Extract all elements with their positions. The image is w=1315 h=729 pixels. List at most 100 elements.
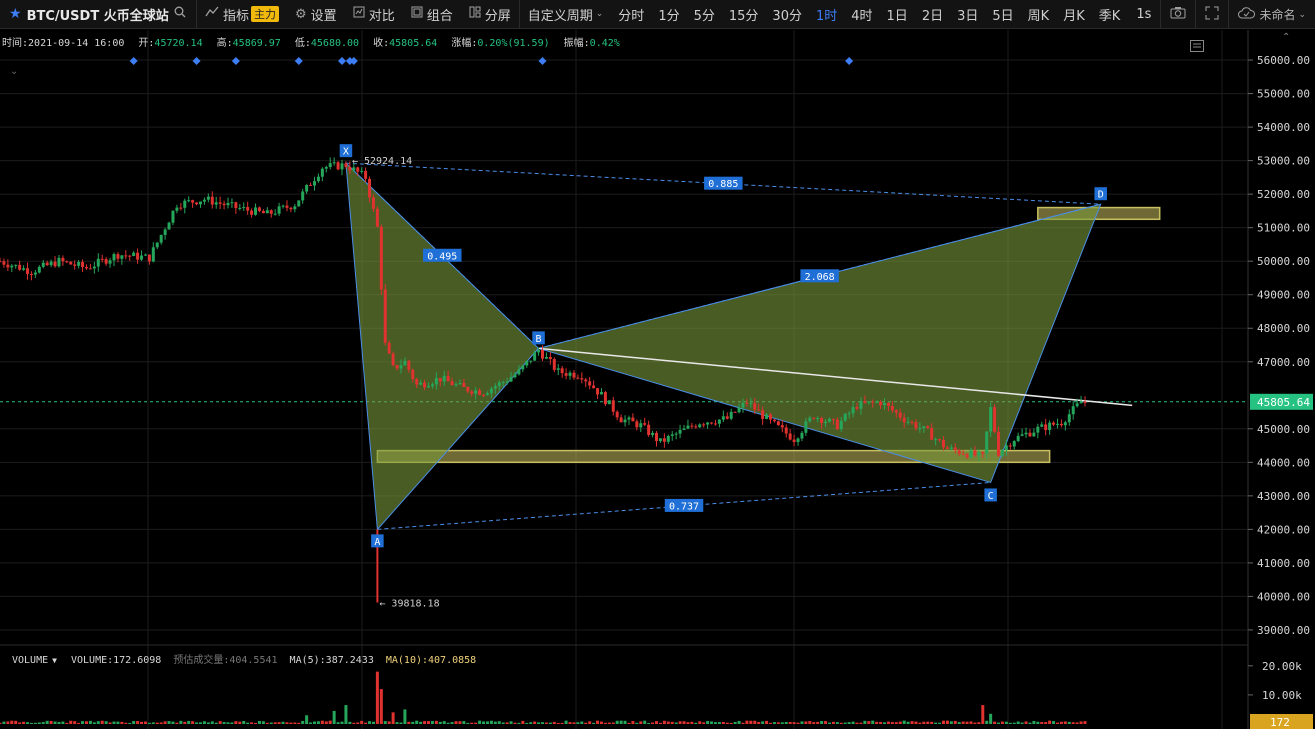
candle-body xyxy=(112,254,116,261)
volume-bar xyxy=(898,721,902,724)
volume-bar xyxy=(910,721,914,724)
candle-body xyxy=(945,447,949,450)
candle-body xyxy=(501,382,505,384)
volume-bar xyxy=(776,722,780,724)
candle-body xyxy=(906,421,910,423)
volume-bar xyxy=(1075,722,1079,724)
candle-body xyxy=(242,207,246,209)
candle-body xyxy=(910,421,914,423)
volume-bar xyxy=(674,722,678,724)
candle-body xyxy=(627,417,631,420)
volume-bar xyxy=(698,721,702,724)
candle-body xyxy=(395,365,399,369)
candle-body xyxy=(796,438,800,443)
candle-body xyxy=(104,259,108,264)
event-marker[interactable] xyxy=(538,57,547,65)
volume-bar xyxy=(820,721,824,724)
candle-body xyxy=(316,176,320,182)
candle-body xyxy=(96,258,100,267)
candle-body xyxy=(737,407,741,413)
volume-bar xyxy=(772,722,776,724)
volume-bar xyxy=(478,720,482,724)
estimated-volume: 预估成交量:404.5541 xyxy=(173,655,278,666)
volume-bar xyxy=(195,722,199,724)
volume-bar xyxy=(0,722,2,724)
candle-body xyxy=(312,181,316,186)
volume-bar xyxy=(525,722,529,724)
candle-body xyxy=(1004,445,1008,451)
candle-body xyxy=(454,384,458,386)
candle-body xyxy=(198,201,202,205)
candle-body xyxy=(163,229,167,235)
volume-bar xyxy=(265,722,269,724)
volume-bar xyxy=(603,722,607,724)
chart-settings-icon[interactable] xyxy=(1190,37,1204,56)
volume-bar xyxy=(132,721,136,724)
volume-bar xyxy=(765,720,769,724)
volume-bar xyxy=(462,721,466,724)
volume-bars xyxy=(0,671,1087,724)
volume-bar xyxy=(230,722,234,724)
change-value: 0.20%(91.59) xyxy=(477,38,550,49)
candle-body xyxy=(556,368,560,370)
event-marker[interactable] xyxy=(294,57,303,65)
price-tick-label: 40000.00 xyxy=(1257,590,1310,603)
candle-body xyxy=(434,378,438,385)
volume-bar xyxy=(780,722,784,724)
volume-bar xyxy=(155,722,159,724)
event-marker[interactable] xyxy=(845,57,854,65)
event-marker[interactable] xyxy=(129,57,138,65)
volume-bar xyxy=(1071,722,1075,724)
volume-bar xyxy=(297,722,301,724)
candle-body xyxy=(666,435,670,442)
candle-body xyxy=(1012,441,1016,447)
volume-bar xyxy=(324,721,328,724)
volume-bar xyxy=(847,722,851,724)
price-chart[interactable]: 56000.00 55000.00 54000.00 53000.00 52000.00… xyxy=(0,0,1315,729)
volume-indicator-selector[interactable]: VOLUME ▼ xyxy=(12,655,65,666)
volume-bar xyxy=(938,722,942,724)
volume-bar xyxy=(356,722,360,724)
close-label: 收: xyxy=(373,38,390,49)
candle-body xyxy=(780,425,784,428)
volume-bar xyxy=(474,722,478,724)
volume-bar xyxy=(918,722,922,724)
candle-body xyxy=(1071,406,1075,415)
candle-body xyxy=(257,207,261,212)
volume-bar xyxy=(320,720,324,724)
volume-bar xyxy=(647,722,651,724)
candle-body xyxy=(478,390,482,395)
volume-bar xyxy=(541,722,544,724)
price-axis[interactable]: 56000.00 55000.00 54000.00 53000.00 52000.00… xyxy=(1247,30,1315,729)
close-value: 45805.64 xyxy=(389,38,438,49)
ratio-label-XB: 0.495 xyxy=(427,251,457,262)
candle-body xyxy=(328,163,332,168)
candle-body xyxy=(269,210,273,214)
event-marker[interactable] xyxy=(231,57,240,65)
volume-bar xyxy=(670,721,674,724)
candle-body xyxy=(926,426,930,429)
volume-bar xyxy=(839,722,843,724)
candle-body xyxy=(77,262,81,266)
volume-bar xyxy=(894,722,898,724)
event-markers[interactable] xyxy=(129,57,854,65)
candle-body xyxy=(37,266,41,273)
volume-bar xyxy=(753,720,757,724)
event-marker[interactable] xyxy=(338,57,347,65)
amplitude-label: 振幅: xyxy=(563,38,590,49)
candle-body xyxy=(513,374,517,378)
collapse-icon[interactable]: ⌃ xyxy=(1282,32,1290,43)
volume-bar xyxy=(485,721,489,724)
volume-bar xyxy=(662,720,666,724)
candle-body xyxy=(1032,432,1036,437)
volume-bar xyxy=(45,720,49,724)
volume-bar xyxy=(973,722,977,724)
expand-icon[interactable]: ⌄ xyxy=(10,66,18,77)
volume-bar xyxy=(96,721,100,724)
event-marker[interactable] xyxy=(192,57,201,65)
candle-body xyxy=(599,392,603,395)
candle-body xyxy=(989,407,993,432)
candle-body xyxy=(73,264,77,266)
volume-bar xyxy=(1012,722,1016,724)
volume-bar xyxy=(859,722,863,724)
